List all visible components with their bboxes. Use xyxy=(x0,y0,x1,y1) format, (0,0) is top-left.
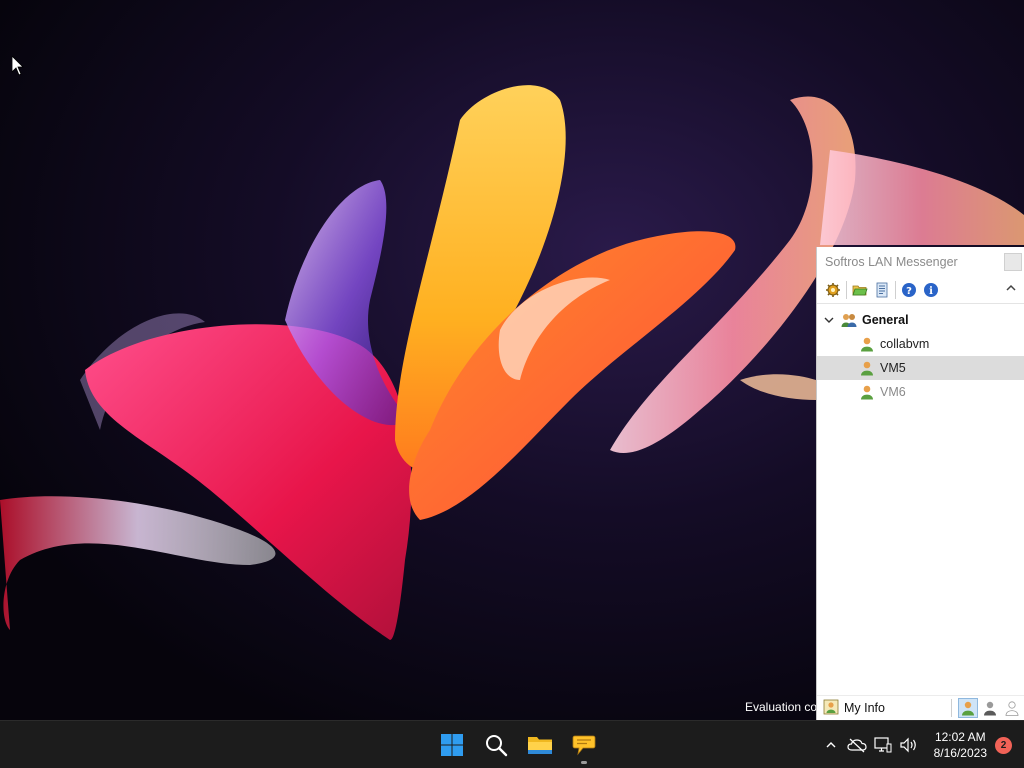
user-name: VM5 xyxy=(880,361,906,375)
system-tray: 12:02 AM 8/16/2023 2 xyxy=(820,721,1024,768)
user-name: VM6 xyxy=(880,385,906,399)
window-title: Softros LAN Messenger xyxy=(825,254,958,269)
settings-icon[interactable] xyxy=(822,279,844,301)
user-online-icon xyxy=(859,336,875,352)
status-online-icon[interactable] xyxy=(958,698,978,718)
messenger-toolbar: ? i xyxy=(817,276,1024,304)
user-row-vm6[interactable]: VM6 xyxy=(817,380,1024,404)
search-icon[interactable] xyxy=(474,725,518,765)
status-separator xyxy=(951,699,952,717)
onedrive-offline-icon[interactable] xyxy=(846,734,868,756)
my-info-button[interactable]: My Info xyxy=(844,701,885,715)
running-indicator xyxy=(581,761,587,764)
notification-badge[interactable]: 2 xyxy=(995,736,1012,754)
lan-messenger-window: Softros LAN Messenger ? i General collab… xyxy=(816,247,1024,720)
group-label: General xyxy=(862,313,909,327)
toolbar-separator xyxy=(846,280,847,299)
status-selector xyxy=(951,698,1022,718)
user-row-collabvm[interactable]: collabvm xyxy=(817,332,1024,356)
chevron-down-icon[interactable] xyxy=(823,314,835,326)
my-info-icon[interactable] xyxy=(823,699,839,718)
open-folder-icon[interactable] xyxy=(849,279,871,301)
clock[interactable]: 12:02 AM 8/16/2023 xyxy=(934,729,987,761)
network-icon[interactable] xyxy=(872,734,894,756)
clock-time: 12:02 AM xyxy=(934,730,986,744)
user-row-vm5[interactable]: VM5 xyxy=(817,356,1024,380)
window-titlebar[interactable]: Softros LAN Messenger xyxy=(817,247,1024,276)
group-general[interactable]: General xyxy=(817,308,1024,332)
svg-text:?: ? xyxy=(906,286,912,297)
messenger-status-bar: My Info xyxy=(817,695,1024,720)
group-users-icon xyxy=(841,312,857,328)
taskbar: 12:02 AM 8/16/2023 2 xyxy=(0,720,1024,768)
help-icon[interactable]: ? xyxy=(898,279,920,301)
status-away-icon[interactable] xyxy=(980,698,1000,718)
svg-text:i: i xyxy=(929,286,933,297)
taskbar-pinned-apps xyxy=(430,721,606,768)
history-icon[interactable] xyxy=(871,279,893,301)
user-name: collabvm xyxy=(880,337,930,351)
volume-icon[interactable] xyxy=(898,734,920,756)
chevron-up-icon[interactable] xyxy=(820,734,842,756)
start-icon[interactable] xyxy=(430,725,474,765)
info-icon[interactable]: i xyxy=(920,279,942,301)
clock-date: 8/16/2023 xyxy=(933,746,987,760)
toolbar-separator xyxy=(895,280,896,299)
evaluation-watermark: Evaluation co xyxy=(745,700,818,714)
lan-messenger-icon[interactable] xyxy=(562,725,606,765)
contact-tree: General collabvm VM5 VM6 xyxy=(817,304,1024,404)
collapse-icon[interactable] xyxy=(1004,281,1018,295)
close-button[interactable] xyxy=(1004,253,1022,271)
user-offline-icon xyxy=(859,384,875,400)
user-online-icon xyxy=(859,360,875,376)
file-explorer-icon[interactable] xyxy=(518,725,562,765)
status-offline-icon[interactable] xyxy=(1002,698,1022,718)
